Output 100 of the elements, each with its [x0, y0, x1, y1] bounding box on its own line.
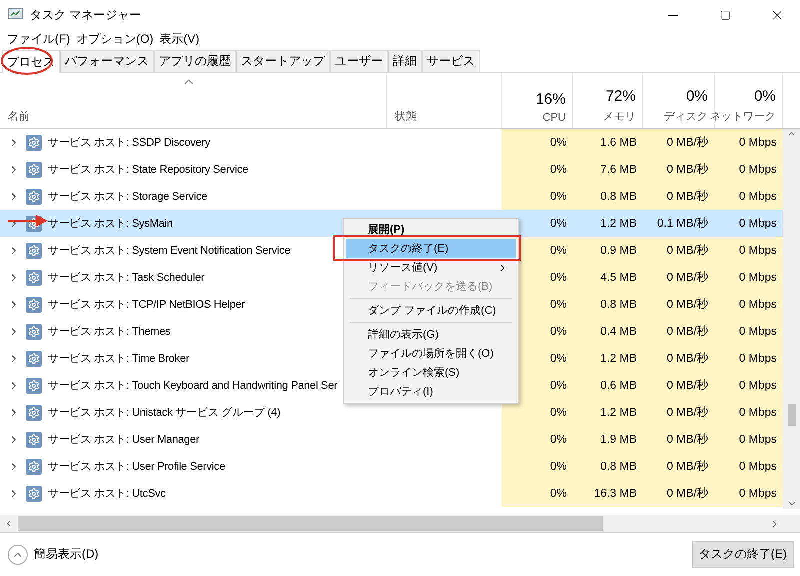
gear-icon [26, 378, 42, 394]
table-cell: 0 MB/秒 [643, 291, 715, 318]
table-cell: 0.4 MB [573, 318, 643, 345]
table-cell: 0 Mbps [715, 426, 783, 453]
table-cell: 0 MB/秒 [643, 237, 715, 264]
tab[interactable]: サービス [422, 50, 480, 72]
table-cell: 0.8 MB [573, 291, 643, 318]
column-header[interactable]: メモリ [603, 109, 636, 124]
menu-item[interactable]: オプション(O) [73, 30, 157, 48]
table-cell: 1.2 MB [573, 345, 643, 372]
app-icon [8, 8, 24, 22]
gear-icon [26, 486, 42, 502]
table-cell: 0 Mbps [715, 156, 783, 183]
scroll-thumb[interactable] [788, 404, 796, 426]
table-cell: 0% [502, 129, 573, 156]
process-name[interactable]: サービス ホスト: UtcSvc [48, 486, 166, 501]
table-cell: 0 Mbps [715, 264, 783, 291]
minimize-icon [668, 14, 678, 16]
process-name[interactable]: サービス ホスト: TCP/IP NetBIOS Helper [48, 297, 246, 312]
column-header[interactable]: ディスク [664, 109, 708, 124]
gear-icon [26, 324, 42, 340]
column-header[interactable]: CPU [542, 112, 566, 124]
context-menu-item[interactable]: タスクの終了(E) [346, 239, 516, 258]
table-cell: 0% [502, 453, 573, 480]
process-name[interactable]: サービス ホスト: Storage Service [48, 189, 208, 204]
column-usage: 16% [536, 91, 566, 108]
table-cell: 0 MB/秒 [643, 156, 715, 183]
horizontal-scrollbar[interactable] [0, 515, 800, 532]
table-cell: 0 MB/秒 [643, 426, 715, 453]
table-cell: 0 Mbps [715, 291, 783, 318]
maximize-icon [720, 10, 730, 20]
column-header[interactable]: 名前 [8, 109, 30, 124]
gear-icon [26, 350, 42, 366]
process-name[interactable]: サービス ホスト: SSDP Discovery [48, 135, 210, 150]
end-task-button[interactable]: タスクの終了(E) [692, 541, 794, 568]
column-header[interactable]: ネットワーク [710, 109, 776, 124]
vertical-scrollbar[interactable] [783, 129, 800, 509]
table-cell: 0 MB/秒 [643, 129, 715, 156]
fewer-details-toggle[interactable]: 簡易表示(D) [8, 544, 99, 564]
tab[interactable]: スタートアップ [236, 50, 330, 72]
process-name[interactable]: サービス ホスト: User Profile Service [48, 459, 226, 474]
table-cell: 0 MB/秒 [643, 480, 715, 507]
column-usage: 0% [686, 88, 708, 105]
table-cell: 0.8 MB [573, 183, 643, 210]
table-cell: 0 Mbps [715, 183, 783, 210]
table-cell: 0 MB/秒 [643, 345, 715, 372]
table-cell: 1.9 MB [573, 426, 643, 453]
column-header[interactable]: 状態 [395, 109, 417, 124]
annotation-arrow [8, 215, 48, 227]
table-cell: 1.2 MB [573, 399, 643, 426]
gear-icon [26, 188, 42, 204]
table-cell: 4.5 MB [573, 264, 643, 291]
table-cell: 0.9 MB [573, 237, 643, 264]
table-cell: 16.3 MB [573, 480, 643, 507]
table-cell: 0 Mbps [715, 318, 783, 345]
table-cell: 0% [502, 480, 573, 507]
process-name[interactable]: サービス ホスト: Touch Keyboard and Handwriting Panel Ser [48, 378, 338, 393]
process-name[interactable]: サービス ホスト: Task Scheduler [48, 270, 205, 285]
gear-icon [26, 242, 42, 258]
table-cell: 0 MB/秒 [643, 318, 715, 345]
process-name[interactable]: サービス ホスト: Themes [48, 324, 171, 339]
menu-item[interactable]: 表示(V) [156, 30, 203, 48]
table-cell: 0 Mbps [715, 129, 783, 156]
process-name[interactable]: サービス ホスト: SysMain [48, 216, 173, 231]
table-cell: 0% [502, 156, 573, 183]
tab[interactable]: アプリの履歴 [154, 50, 236, 72]
table-cell: 0 Mbps [715, 480, 783, 507]
table-cell: 1.6 MB [573, 129, 643, 156]
process-name[interactable]: サービス ホスト: Time Broker [48, 351, 190, 366]
column-usage: 72% [606, 88, 636, 105]
process-name[interactable]: サービス ホスト: Unistack サービス グループ (4) [48, 405, 281, 420]
table-cell: 0.6 MB [573, 372, 643, 399]
tab[interactable]: パフォーマンス [60, 50, 154, 72]
gear-icon [26, 162, 42, 178]
table-cell: 0 MB/秒 [643, 264, 715, 291]
table-cell: 0% [502, 426, 573, 453]
process-name[interactable]: サービス ホスト: State Repository Service [48, 162, 248, 177]
tab[interactable]: ユーザー [330, 50, 388, 72]
tab[interactable]: 詳細 [388, 50, 422, 72]
gear-icon [26, 296, 42, 312]
table-cell: 0 Mbps [715, 372, 783, 399]
gear-icon [26, 134, 42, 150]
table-cell: 0 Mbps [715, 399, 783, 426]
window-title: タスク マネージャー [30, 6, 142, 24]
process-name[interactable]: サービス ホスト: System Event Notification Service [48, 243, 291, 258]
column-usage: 0% [754, 88, 776, 105]
gear-icon [26, 404, 42, 420]
gear-icon [26, 270, 42, 286]
table-cell: 0 Mbps [715, 237, 783, 264]
table-cell: 0.8 MB [573, 453, 643, 480]
menu-item[interactable]: ファイル(F) [4, 30, 74, 48]
process-name[interactable]: サービス ホスト: User Manager [48, 432, 200, 447]
table-cell: 0 Mbps [715, 345, 783, 372]
gear-icon [26, 432, 42, 448]
table-cell: 0 MB/秒 [643, 183, 715, 210]
table-cell: 0 MB/秒 [643, 372, 715, 399]
scroll-thumb[interactable] [18, 516, 603, 531]
table-cell: 0% [502, 183, 573, 210]
table-cell: 0 MB/秒 [643, 399, 715, 426]
annotation-ellipse [1, 47, 53, 75]
